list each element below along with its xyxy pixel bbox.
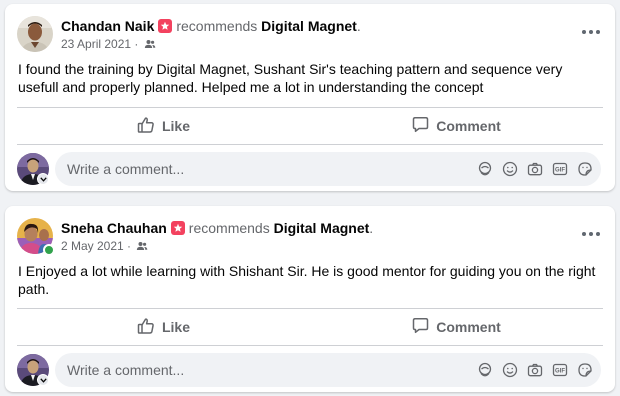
review-post: Sneha Chauhan recommends Digital Magnet. …	[5, 206, 615, 392]
composer-tools: GIF	[476, 159, 593, 179]
more-options-icon[interactable]	[579, 20, 603, 44]
svg-text:GIF: GIF	[555, 369, 565, 375]
friends-audience-icon[interactable]	[134, 239, 148, 253]
avatar-sticker-icon[interactable]	[476, 161, 493, 178]
sentence-period: .	[369, 220, 374, 236]
recommend-star-icon	[158, 19, 173, 33]
like-thumb-icon	[137, 116, 155, 137]
recommends-verb: recommends	[188, 220, 270, 236]
comment-input[interactable]	[67, 152, 447, 186]
comment-box: GIF	[55, 353, 601, 387]
post-title-line: Sneha Chauhan recommends Digital Magnet.	[61, 219, 373, 237]
svg-text:GIF: GIF	[555, 168, 565, 174]
review-post: Chandan Naik recommends Digital Magnet. 2…	[5, 4, 615, 191]
comment-composer: GIF	[17, 152, 603, 186]
comment-bubble-icon	[412, 317, 429, 337]
like-button[interactable]: Like	[17, 309, 310, 345]
action-bar: Like Comment	[17, 107, 603, 145]
post-meta: 2 May 2021 ·	[61, 239, 148, 253]
comment-composer: GIF	[17, 353, 603, 387]
comment-input[interactable]	[67, 353, 447, 387]
post-date[interactable]: 23 April 2021 ·	[61, 37, 138, 51]
sticker-icon[interactable]	[576, 362, 593, 379]
camera-icon[interactable]	[526, 362, 543, 379]
avatar-sticker-icon[interactable]	[476, 362, 493, 379]
like-label: Like	[161, 118, 190, 134]
page-name[interactable]: Digital Magnet	[261, 18, 357, 34]
chevron-down-icon[interactable]	[37, 173, 49, 185]
author-name[interactable]: Sneha Chauhan	[61, 220, 167, 236]
comment-box: GIF	[55, 152, 601, 186]
gif-icon[interactable]: GIF	[551, 362, 568, 379]
post-header: Sneha Chauhan recommends Digital Magnet. …	[17, 218, 603, 258]
page-name[interactable]: Digital Magnet	[274, 220, 370, 236]
like-button[interactable]: Like	[17, 108, 310, 144]
comment-label: Comment	[436, 319, 501, 335]
camera-icon[interactable]	[526, 161, 543, 178]
like-thumb-icon	[137, 317, 155, 338]
more-options-icon[interactable]	[579, 222, 603, 246]
online-status-indicator	[43, 244, 55, 256]
action-bar: Like Comment	[17, 308, 603, 346]
comment-button[interactable]: Comment	[310, 309, 603, 345]
friends-audience-icon[interactable]	[142, 37, 156, 51]
recommends-verb: recommends	[176, 18, 258, 34]
post-title-line: Chandan Naik recommends Digital Magnet.	[61, 17, 361, 35]
like-label: Like	[161, 319, 190, 335]
comment-button[interactable]: Comment	[310, 108, 603, 144]
emoji-icon[interactable]	[501, 362, 518, 379]
post-date[interactable]: 2 May 2021 ·	[61, 239, 131, 253]
post-text: I Enjoyed a lot while learning with Shis…	[18, 263, 596, 297]
recommend-star-icon	[170, 221, 185, 235]
post-text: I found the training by Digital Magnet, …	[18, 61, 563, 95]
chevron-down-icon[interactable]	[37, 374, 49, 386]
post-meta: 23 April 2021 ·	[61, 37, 156, 51]
comment-bubble-icon	[412, 116, 429, 136]
sentence-period: .	[356, 18, 361, 34]
author-avatar[interactable]	[17, 16, 53, 52]
author-name[interactable]: Chandan Naik	[61, 18, 154, 34]
composer-tools: GIF	[476, 360, 593, 380]
gif-icon[interactable]: GIF	[551, 161, 568, 178]
post-header: Chandan Naik recommends Digital Magnet. 2…	[17, 16, 603, 56]
comment-label: Comment	[436, 118, 501, 134]
sticker-icon[interactable]	[576, 161, 593, 178]
emoji-icon[interactable]	[501, 161, 518, 178]
